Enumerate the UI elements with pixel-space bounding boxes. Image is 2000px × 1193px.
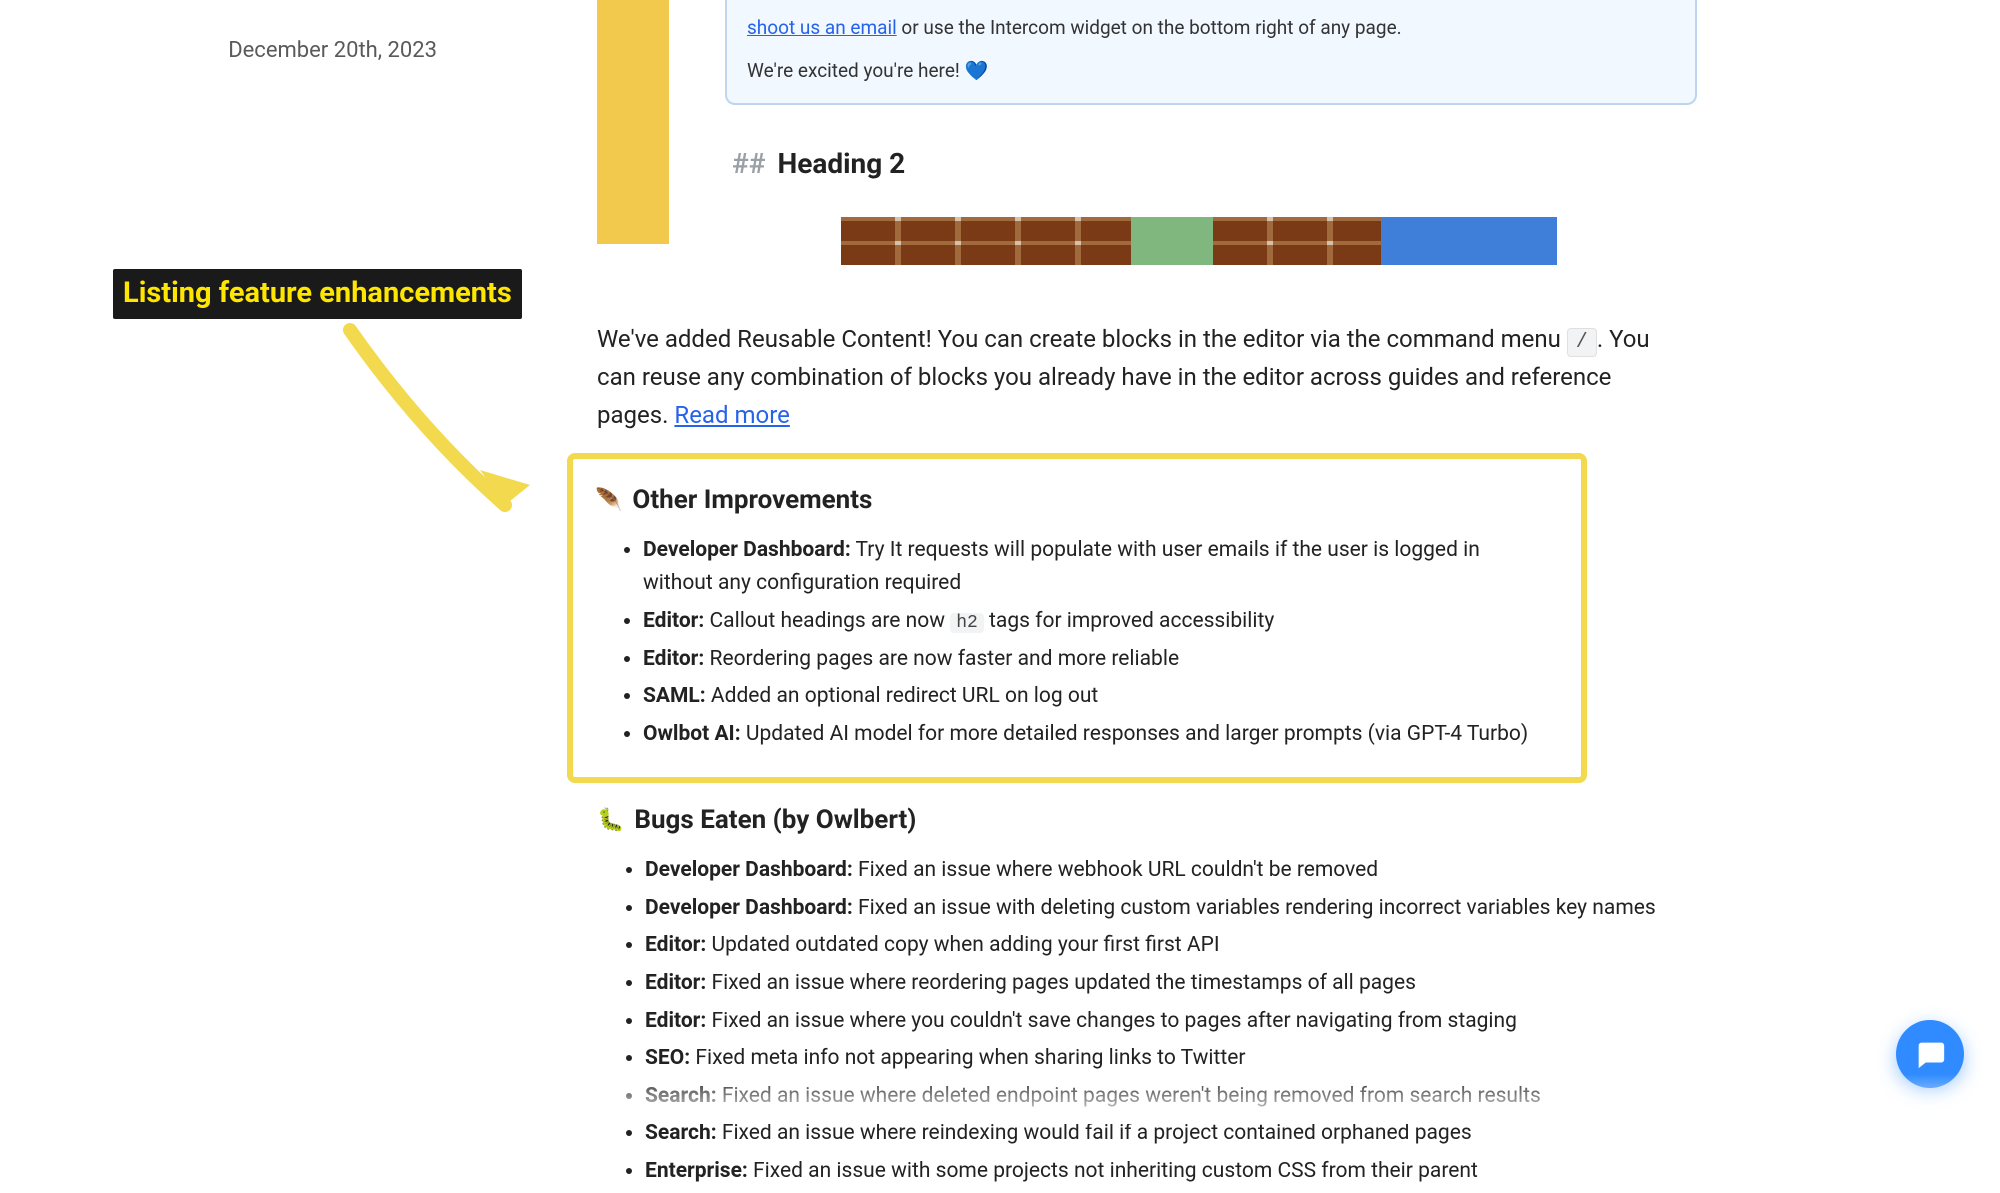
- list-item: Editor: Reordering pages are now faster …: [643, 643, 1553, 677]
- intro-paragraph: We've added Reusable Content! You can cr…: [597, 321, 1697, 435]
- brick-texture: [841, 217, 1131, 265]
- chat-icon: [1913, 1037, 1947, 1071]
- preview-card: shoot us an email or use the Intercom wi…: [725, 0, 1697, 105]
- annotation-arrow-icon: [330, 320, 560, 540]
- green-panel: [1131, 217, 1213, 265]
- list-item: Editor: Updated outdated copy when addin…: [645, 929, 1697, 963]
- feather-icon: 🪶: [595, 484, 622, 517]
- bugs-section: 🐛 Bugs Eaten (by Owlbert) Developer Dash…: [597, 801, 1697, 1188]
- highlight-strip: [597, 0, 669, 244]
- list-item: SEO: Fixed meta info not appearing when …: [645, 1042, 1697, 1076]
- annotation-callout: Listing feature enhancements: [113, 269, 522, 319]
- heading-sample: ## Heading 2: [732, 143, 1697, 185]
- list-item: Editor: Callout headings are now h2 tags…: [643, 605, 1553, 639]
- preview-image-strip: [841, 217, 1557, 265]
- intro-text: We've added Reusable Content! You can cr…: [597, 325, 1567, 353]
- improvements-highlight-box: 🪶 Other Improvements Developer Dashboard…: [567, 453, 1587, 784]
- sidebar: December 20th, 2023: [0, 0, 597, 67]
- main-column: shoot us an email or use the Intercom wi…: [597, 0, 1697, 1193]
- read-more-link[interactable]: Read more: [674, 401, 789, 429]
- excited-text: We're excited you're here!: [747, 59, 965, 82]
- heart-icon: 💙: [965, 59, 989, 82]
- bugs-heading: 🐛 Bugs Eaten (by Owlbert): [597, 801, 1697, 840]
- intercom-launcher[interactable]: [1896, 1020, 1964, 1088]
- heading2-text: Heading 2: [777, 143, 905, 185]
- list-item: Enterprise: Fixed an issue with some pro…: [645, 1155, 1697, 1189]
- list-item: Search: Fixed an issue where reindexing …: [645, 1117, 1697, 1151]
- inline-code: h2: [950, 613, 984, 633]
- brick-texture: [1213, 217, 1381, 265]
- list-item: Developer Dashboard: Fixed an issue with…: [645, 892, 1697, 926]
- list-item: Editor: Fixed an issue where you couldn'…: [645, 1005, 1697, 1039]
- changelog-date: December 20th, 2023: [0, 34, 437, 67]
- email-link[interactable]: shoot us an email: [747, 16, 897, 39]
- improvements-list: Developer Dashboard: Try It requests wil…: [595, 534, 1553, 752]
- blue-panel: [1381, 217, 1557, 265]
- bugs-list: Developer Dashboard: Fixed an issue wher…: [597, 854, 1697, 1188]
- hash-marker: ##: [732, 143, 765, 185]
- list-item: Search: Fixed an issue where deleted end…: [645, 1080, 1697, 1114]
- command-key: /: [1567, 328, 1597, 357]
- list-item: Owlbot AI: Updated AI model for more det…: [643, 718, 1553, 752]
- list-item: Developer Dashboard: Fixed an issue wher…: [645, 854, 1697, 888]
- bugs-heading-text: Bugs Eaten (by Owlbert): [634, 801, 916, 840]
- list-item: SAML: Added an optional redirect URL on …: [643, 680, 1553, 714]
- bug-icon: 🐛: [597, 804, 624, 837]
- improvements-heading: 🪶 Other Improvements: [595, 481, 1553, 520]
- improvements-heading-text: Other Improvements: [632, 481, 872, 520]
- list-item: Developer Dashboard: Try It requests wil…: [643, 534, 1553, 601]
- preview-text: or use the Intercom widget on the bottom…: [897, 16, 1402, 39]
- list-item: Editor: Fixed an issue where reordering …: [645, 967, 1697, 1001]
